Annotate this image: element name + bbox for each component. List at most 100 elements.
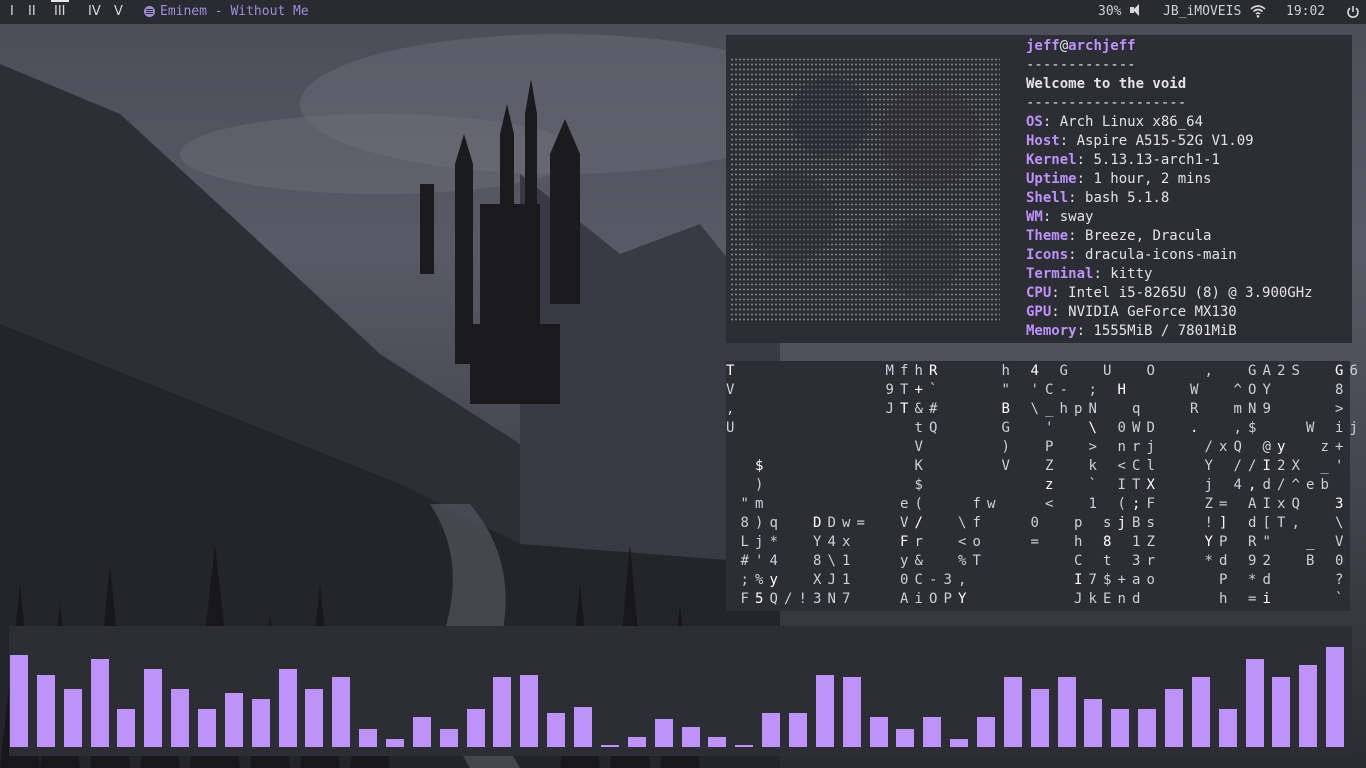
cava-visualizer-terminal[interactable]: [9, 626, 1352, 756]
matrix-char: >: [1335, 401, 1344, 417]
info-value: Breeze, Dracula: [1085, 228, 1212, 244]
matrix-char: Q: [769, 591, 778, 607]
matrix-char: F: [1146, 496, 1155, 512]
matrix-char: ': [1030, 382, 1039, 398]
matrix-char: <: [1045, 496, 1054, 512]
info-key: Memory: [1026, 323, 1077, 339]
matrix-char: 7: [1088, 572, 1097, 588]
info-value: NVIDIA GeForce MX130: [1068, 304, 1237, 320]
cava-bar: [815, 675, 834, 747]
matrix-char: ): [1001, 439, 1010, 455]
matrix-char: `: [929, 382, 938, 398]
matrix-char: R: [929, 363, 938, 379]
matrix-char: $: [1248, 420, 1257, 436]
welcome-text: Welcome to the void: [1026, 76, 1187, 92]
matrix-char: e: [900, 496, 909, 512]
cava-bar: [1299, 665, 1318, 747]
cava-bar: [574, 707, 593, 747]
matrix-char: !: [798, 591, 807, 607]
matrix-char: N: [827, 591, 836, 607]
matrix-char: 4: [1233, 477, 1242, 493]
matrix-char: R: [1190, 401, 1199, 417]
matrix-char: +: [914, 382, 923, 398]
matrix-char: q: [1132, 401, 1141, 417]
info-value: bash 5.1.8: [1085, 190, 1170, 206]
matrix-char: m: [1233, 401, 1242, 417]
spotify-icon[interactable]: [144, 6, 155, 17]
matrix-char: ': [1045, 420, 1054, 436]
power-icon[interactable]: [1346, 5, 1360, 19]
matrix-char: ,: [1204, 363, 1213, 379]
cmatrix-terminal[interactable]: T Mf h Rh 4 G U O, G A 2 S G 6 V 9 T + ` " ' C -; H W ^ O Y 8, J T & # B \…: [726, 361, 1358, 611]
matrix-char: 2: [1277, 458, 1286, 474]
workspace-3-button[interactable]: III: [51, 0, 68, 19]
matrix-char: S: [1291, 363, 1300, 379]
matrix-char: s: [1146, 515, 1155, 531]
neofetch-terminal[interactable]: jeff@archjeff ------------- Welcome to t…: [726, 35, 1352, 343]
matrix-char: 9: [885, 382, 894, 398]
matrix-char: E: [1103, 591, 1112, 607]
matrix-char: I: [1074, 572, 1083, 588]
matrix-char: ): [755, 515, 764, 531]
cava-bar: [600, 745, 619, 747]
matrix-char: 0: [900, 572, 909, 588]
matrix-char: Z: [1146, 534, 1155, 550]
matrix-char: i: [1262, 591, 1271, 607]
matrix-char: V: [914, 439, 923, 455]
matrix-char: $: [1103, 572, 1112, 588]
matrix-char: n: [1117, 591, 1126, 607]
matrix-char: >: [1088, 439, 1097, 455]
cava-bar: [1138, 709, 1157, 747]
matrix-char: I: [1262, 458, 1271, 474]
matrix-char: A: [1248, 496, 1257, 512]
info-key: Icons: [1026, 247, 1069, 263]
cava-bar: [493, 677, 512, 747]
matrix-char: $: [914, 477, 923, 493]
workspace-2-button[interactable]: II: [28, 4, 36, 19]
cava-bar: [1191, 677, 1210, 747]
matrix-char: -: [1059, 382, 1068, 398]
workspace-4-button[interactable]: IV: [88, 4, 101, 19]
matrix-char: Q: [929, 420, 938, 436]
matrix-char: /: [1248, 458, 1257, 474]
matrix-char: z: [1320, 439, 1329, 455]
matrix-char: Z: [1045, 458, 1054, 474]
wifi-icon[interactable]: [1250, 5, 1266, 18]
cava-bar: [305, 689, 324, 747]
volume-icon[interactable]: [1130, 4, 1139, 16]
matrix-char: k: [1088, 591, 1097, 607]
workspace-1-button[interactable]: I: [10, 4, 14, 19]
matrix-char: N: [1248, 401, 1257, 417]
matrix-char: 1: [1132, 534, 1141, 550]
info-value: kitty: [1110, 266, 1153, 282]
matrix-char: m: [755, 496, 764, 512]
matrix-char: <: [1117, 458, 1126, 474]
matrix-char: \: [827, 553, 836, 569]
now-playing-label[interactable]: Eminem - Without Me: [160, 4, 309, 19]
matrix-char: ): [755, 477, 764, 493]
workspace-5-button[interactable]: V: [114, 4, 123, 19]
matrix-char: x: [1219, 439, 1228, 455]
matrix-char: C: [1132, 458, 1141, 474]
matrix-char: W: [1132, 420, 1141, 436]
info-value: 1555MiB / 7801MiB: [1093, 323, 1237, 339]
matrix-char: q: [769, 515, 778, 531]
matrix-char: M: [885, 363, 894, 379]
matrix-char: Q: [1233, 439, 1242, 455]
info-key: Shell: [1026, 190, 1069, 206]
matrix-char: D: [813, 515, 822, 531]
cava-bar: [1326, 647, 1345, 747]
info-key: OS: [1026, 114, 1043, 130]
matrix-char: B: [1001, 401, 1010, 417]
cava-bar: [735, 745, 754, 747]
matrix-char: U: [1103, 363, 1112, 379]
info-key: GPU: [1026, 304, 1052, 320]
cava-bar: [224, 693, 243, 747]
matrix-char: I: [1117, 477, 1126, 493]
matrix-char: G: [1335, 363, 1344, 379]
info-key: Terminal: [1026, 266, 1094, 282]
matrix-char: Y: [1204, 534, 1213, 550]
matrix-char: i: [1335, 420, 1344, 436]
wifi-name-label: JB_iMOVEIS: [1163, 4, 1242, 19]
matrix-char: ^: [1233, 382, 1242, 398]
